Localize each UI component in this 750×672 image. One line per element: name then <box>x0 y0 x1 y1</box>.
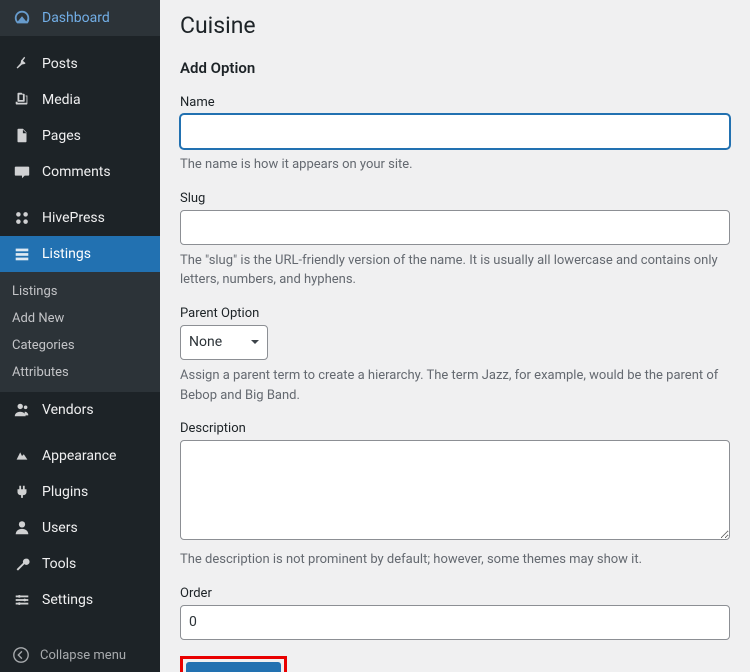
collapse-icon <box>12 646 30 664</box>
add-option-button[interactable]: Add Option <box>186 662 281 672</box>
menu-settings[interactable]: Settings <box>0 582 160 618</box>
menu-label: Appearance <box>42 448 116 464</box>
pin-icon <box>12 54 32 74</box>
hivepress-icon <box>12 208 32 228</box>
listings-icon <box>12 244 32 264</box>
menu-label: Pages <box>42 128 81 144</box>
media-icon <box>12 90 32 110</box>
collapse-menu[interactable]: Collapse menu <box>0 638 160 672</box>
field-order: Order <box>180 586 730 640</box>
slug-input[interactable] <box>180 210 730 245</box>
menu-label: Comments <box>42 164 111 180</box>
users-icon <box>12 518 32 538</box>
menu-appearance[interactable]: Appearance <box>0 438 160 474</box>
menu-label: Listings <box>42 246 91 262</box>
appearance-icon <box>12 446 32 466</box>
menu-dashboard[interactable]: Dashboard <box>0 0 160 36</box>
order-label: Order <box>180 586 730 601</box>
submenu-item-attributes[interactable]: Attributes <box>0 359 160 386</box>
settings-icon <box>12 590 32 610</box>
name-label: Name <box>180 95 730 110</box>
name-help: The name is how it appears on your site. <box>180 155 730 175</box>
menu-label: Tools <box>42 556 76 572</box>
vendors-icon <box>12 400 32 420</box>
menu-label: Plugins <box>42 484 88 500</box>
menu-posts[interactable]: Posts <box>0 46 160 82</box>
field-slug: Slug The "slug" is the URL-friendly vers… <box>180 191 730 290</box>
submenu-listings: Listings Add New Categories Attributes <box>0 272 160 392</box>
plugins-icon <box>12 482 32 502</box>
page-icon <box>12 126 32 146</box>
menu-media[interactable]: Media <box>0 82 160 118</box>
highlight-box: Add Option <box>180 656 287 672</box>
menu-label: Users <box>42 520 78 536</box>
menu-pages[interactable]: Pages <box>0 118 160 154</box>
name-input[interactable] <box>180 114 730 149</box>
parent-help: Assign a parent term to create a hierarc… <box>180 366 730 405</box>
dashboard-icon <box>12 8 32 28</box>
main-content: Cuisine Add Option Name The name is how … <box>160 0 750 672</box>
admin-sidebar: Dashboard Posts Media Pages Comments Hiv… <box>0 0 160 672</box>
desc-textarea[interactable] <box>180 440 730 540</box>
desc-help: The description is not prominent by defa… <box>180 550 730 570</box>
slug-label: Slug <box>180 191 730 206</box>
menu-vendors[interactable]: Vendors <box>0 392 160 428</box>
field-name: Name The name is how it appears on your … <box>180 95 730 175</box>
tools-icon <box>12 554 32 574</box>
menu-label: Vendors <box>42 402 94 418</box>
submenu-item-add-new[interactable]: Add New <box>0 305 160 332</box>
order-input[interactable] <box>180 605 730 640</box>
menu-comments[interactable]: Comments <box>0 154 160 190</box>
comment-icon <box>12 162 32 182</box>
menu-label: Posts <box>42 56 78 72</box>
desc-label: Description <box>180 421 730 436</box>
menu-label: Dashboard <box>42 10 110 26</box>
section-title: Add Option <box>180 59 730 77</box>
collapse-label: Collapse menu <box>40 648 126 663</box>
menu-listings[interactable]: Listings <box>0 236 160 272</box>
submenu-item-listings[interactable]: Listings <box>0 278 160 305</box>
submenu-item-categories[interactable]: Categories <box>0 332 160 359</box>
menu-label: Settings <box>42 592 93 608</box>
slug-help: The "slug" is the URL-friendly version o… <box>180 251 730 290</box>
menu-label: HivePress <box>42 210 105 226</box>
menu-tools[interactable]: Tools <box>0 546 160 582</box>
menu-label: Media <box>42 92 81 108</box>
page-title: Cuisine <box>180 0 730 59</box>
parent-label: Parent Option <box>180 306 730 321</box>
menu-hivepress[interactable]: HivePress <box>0 200 160 236</box>
parent-select[interactable]: None <box>180 325 268 360</box>
menu-plugins[interactable]: Plugins <box>0 474 160 510</box>
field-description: Description The description is not promi… <box>180 421 730 570</box>
field-parent: Parent Option None Assign a parent term … <box>180 306 730 405</box>
menu-users[interactable]: Users <box>0 510 160 546</box>
